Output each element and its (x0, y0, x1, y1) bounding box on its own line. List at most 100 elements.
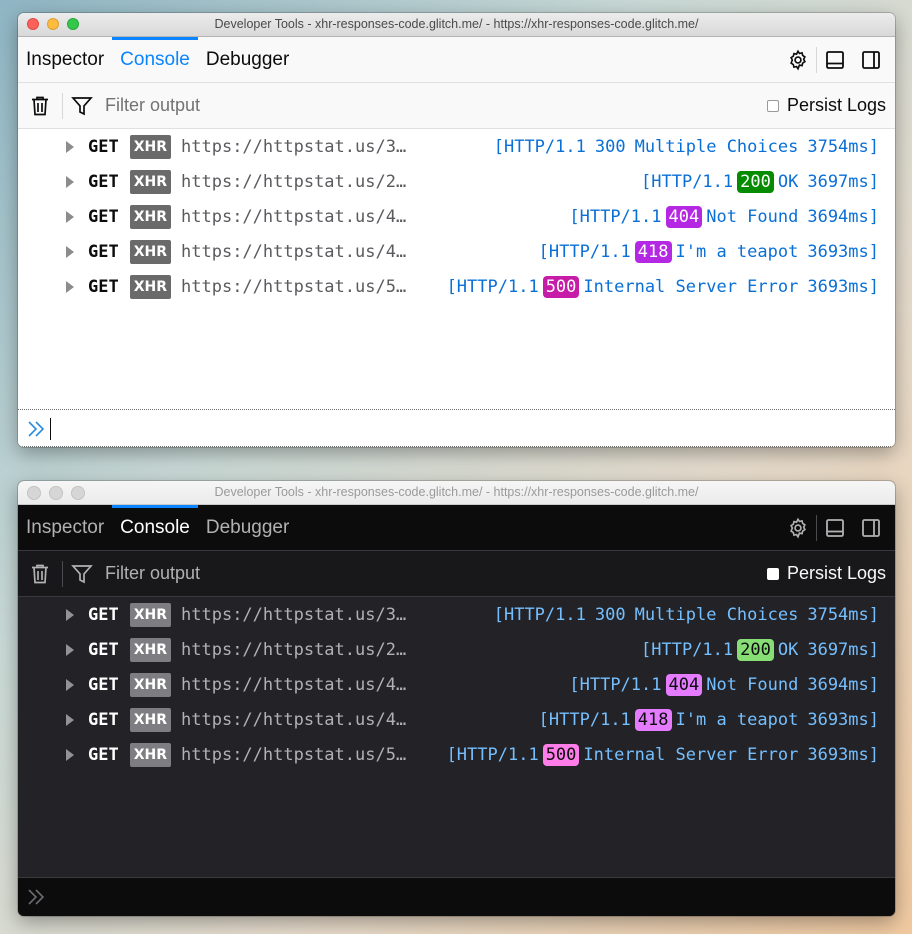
request-url[interactable]: https://httpstat.us/200 (181, 640, 414, 660)
expand-arrow-icon[interactable] (66, 175, 74, 188)
console-toolbar: Persist Logs (18, 551, 895, 597)
expand-arrow-icon[interactable] (66, 678, 74, 691)
dock-side-icon (862, 50, 880, 69)
tab-inspector[interactable]: Inspector (18, 37, 112, 82)
console-toolbar: Persist Logs (18, 83, 895, 129)
status-text: OK (777, 171, 799, 192)
expand-arrow-icon[interactable] (66, 140, 74, 153)
filter-area (71, 551, 767, 596)
request-url[interactable]: https://httpstat.us/500 (181, 277, 414, 297)
funnel-icon (71, 96, 93, 115)
dock-side-button[interactable] (853, 37, 889, 82)
response-status: [HTTP/1.1 500 Internal Server Error 3693ms] (447, 275, 879, 298)
log-row[interactable]: GET XHR https://httpstat.us/300 [HTTP/1.1 30… (18, 129, 895, 164)
status-code-badge: 418 (634, 240, 672, 263)
request-method: GET (88, 674, 119, 695)
log-row[interactable]: GET XHR https://httpstat.us/200 [HTTP/1.1 20… (18, 632, 895, 667)
expand-arrow-icon[interactable] (66, 748, 74, 761)
devtools-tabbar: Inspector Console Debugger (18, 505, 895, 551)
request-method: GET (88, 744, 119, 765)
trash-icon (32, 564, 48, 583)
status-text: OK (777, 639, 799, 660)
close-window-button[interactable] (27, 18, 39, 30)
tab-debugger[interactable]: Debugger (198, 37, 297, 82)
request-method: GET (88, 206, 119, 227)
log-row[interactable]: GET XHR https://httpstat.us/404 [HTTP/1.1 40… (18, 667, 895, 702)
window-titlebar[interactable]: Developer Tools - xhr-responses-code.gli… (18, 13, 895, 37)
response-status: [HTTP/1.1 200 OK 3697ms] (641, 638, 879, 661)
dock-bottom-button[interactable] (817, 37, 853, 82)
request-method: GET (88, 639, 119, 660)
request-url[interactable]: https://httpstat.us/200 (181, 172, 414, 192)
persist-logs-toggle[interactable]: Persist Logs (766, 95, 886, 116)
persist-logs-toggle[interactable]: Persist Logs (766, 563, 886, 584)
settings-button[interactable] (780, 505, 816, 550)
request-url[interactable]: https://httpstat.us/404 (181, 207, 414, 227)
xhr-badge: XHR (129, 239, 172, 264)
traffic-lights (27, 486, 85, 500)
filter-output-input[interactable] (103, 89, 767, 122)
dock-bottom-button[interactable] (817, 505, 853, 550)
devtools-tabbar: Inspector Console Debugger (18, 37, 895, 83)
clear-console-button[interactable] (18, 551, 62, 596)
log-row[interactable]: GET XHR https://httpstat.us/500 [HTTP/1.1 50… (18, 269, 895, 304)
http-protocol: [HTTP/1.1 (538, 241, 631, 262)
request-url[interactable]: https://httpstat.us/300 (181, 137, 414, 157)
xhr-badge: XHR (129, 274, 172, 299)
filter-output-input[interactable] (103, 557, 767, 590)
tab-inspector[interactable]: Inspector (18, 505, 112, 550)
request-url[interactable]: https://httpstat.us/300 (181, 605, 414, 625)
log-row[interactable]: GET XHR https://httpstat.us/200 [HTTP/1.1 20… (18, 164, 895, 199)
expand-arrow-icon[interactable] (66, 245, 74, 258)
request-url[interactable]: https://httpstat.us/418 (181, 710, 414, 730)
log-row[interactable]: GET XHR https://httpstat.us/300 [HTTP/1.1 30… (18, 597, 895, 632)
tab-console[interactable]: Console (112, 37, 198, 82)
minimize-window-button[interactable] (49, 486, 63, 500)
expand-arrow-icon[interactable] (66, 210, 74, 223)
response-status: [HTTP/1.1 404 Not Found 3694ms] (569, 673, 879, 696)
response-status: [HTTP/1.1 200 OK 3697ms] (641, 170, 879, 193)
expand-arrow-icon[interactable] (66, 643, 74, 656)
request-url[interactable]: https://httpstat.us/500 (181, 745, 414, 765)
request-url[interactable]: https://httpstat.us/404 (181, 675, 414, 695)
request-method: GET (88, 709, 119, 730)
http-protocol: [HTTP/1.1 (446, 744, 539, 765)
dock-bottom-icon (826, 518, 844, 537)
request-url[interactable]: https://httpstat.us/418 (181, 242, 414, 262)
clear-console-button[interactable] (18, 83, 62, 128)
log-row[interactable]: GET XHR https://httpstat.us/418 [HTTP/1.1 41… (18, 234, 895, 269)
window-titlebar[interactable]: Developer Tools - xhr-responses-code.gli… (18, 481, 895, 505)
console-input[interactable] (18, 409, 895, 447)
request-method: GET (88, 136, 119, 157)
tab-console[interactable]: Console (112, 505, 198, 550)
log-row[interactable]: GET XHR https://httpstat.us/500 [HTTP/1.1 50… (18, 737, 895, 772)
status-text: Internal Server Error (583, 276, 799, 297)
request-duration: 3697ms] (807, 639, 879, 660)
dock-side-button[interactable] (853, 505, 889, 550)
request-duration: 3694ms] (807, 206, 879, 227)
request-duration: 3754ms] (807, 136, 879, 157)
settings-button[interactable] (780, 37, 816, 82)
zoom-window-button[interactable] (71, 486, 85, 500)
expand-arrow-icon[interactable] (66, 608, 74, 621)
console-input[interactable] (18, 877, 895, 916)
console-output: GET XHR https://httpstat.us/300 [HTTP/1.1 30… (18, 129, 895, 410)
http-protocol: [HTTP/1.1 (641, 639, 734, 660)
persist-logs-checkbox[interactable] (766, 567, 779, 580)
tab-debugger[interactable]: Debugger (198, 505, 297, 550)
expand-arrow-icon[interactable] (66, 713, 74, 726)
console-output: GET XHR https://httpstat.us/300 [HTTP/1.1 30… (18, 597, 895, 878)
status-code-badge: 404 (665, 673, 703, 696)
http-protocol: [HTTP/1.1 (538, 709, 631, 730)
expand-arrow-icon[interactable] (66, 280, 74, 293)
zoom-window-button[interactable] (67, 18, 79, 30)
log-row[interactable]: GET XHR https://httpstat.us/404 [HTTP/1.1 40… (18, 199, 895, 234)
minimize-window-button[interactable] (47, 18, 59, 30)
persist-logs-checkbox[interactable] (766, 99, 779, 112)
double-chevron-icon (28, 889, 45, 905)
funnel-icon (71, 564, 93, 583)
devtools-window-light: Developer Tools - xhr-responses-code.gli… (18, 13, 895, 447)
close-window-button[interactable] (27, 486, 41, 500)
dock-side-icon (862, 518, 880, 537)
log-row[interactable]: GET XHR https://httpstat.us/418 [HTTP/1.1 41… (18, 702, 895, 737)
